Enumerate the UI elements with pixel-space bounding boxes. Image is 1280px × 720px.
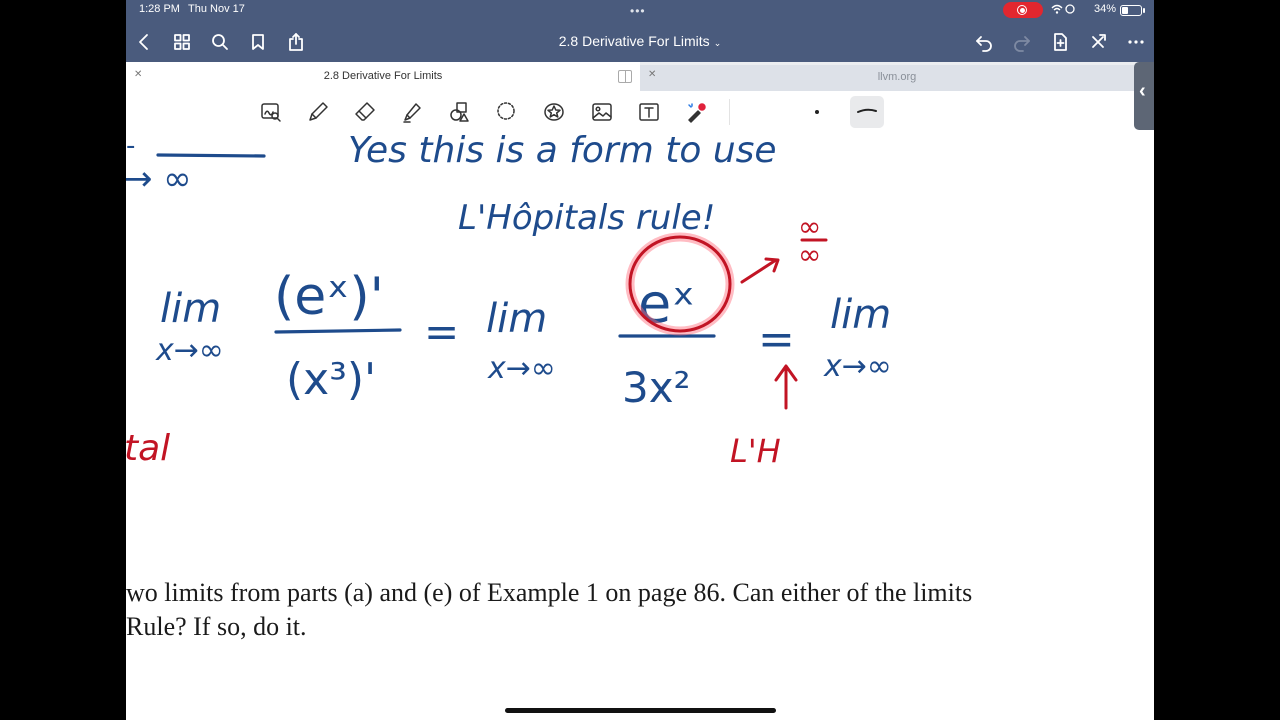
partial-red-text: tal [126, 428, 170, 469]
tab-bar: ✕ 2.8 Derivative For Limits ✕ llvm.org [126, 62, 1154, 91]
stroke-size-thin[interactable] [815, 110, 819, 114]
close-tools-icon[interactable] [1086, 30, 1110, 54]
denominator-1: (x³)' [286, 354, 376, 405]
toolbar-separator [729, 99, 730, 125]
lim-2-sub: x→∞ [487, 351, 556, 386]
text-icon[interactable] [637, 100, 661, 124]
screen-recording-indicator[interactable] [1003, 2, 1043, 18]
multitasking-dots-icon[interactable]: ••• [630, 4, 646, 18]
up-arrow-lh [774, 364, 798, 410]
lim-2: lim [486, 296, 547, 342]
lim-1-sub: x→∞ [155, 333, 224, 368]
red-inf-bottom: ∞ [798, 238, 821, 271]
add-page-icon[interactable] [1048, 30, 1072, 54]
eraser-icon[interactable] [353, 100, 377, 124]
home-indicator[interactable] [505, 708, 776, 713]
equals-2: = [758, 314, 795, 365]
battery-percent: 34% [1094, 3, 1117, 15]
tab-derivative-for-limits[interactable]: ✕ 2.8 Derivative For Limits [126, 62, 640, 91]
stroke-size-selected[interactable] [850, 96, 884, 128]
battery-icon [1120, 5, 1145, 16]
shapes-icon[interactable] [447, 100, 471, 124]
denominator-2: 3x² [622, 363, 690, 412]
pen-icon[interactable] [306, 100, 330, 124]
highlighter-icon[interactable] [400, 100, 424, 124]
drawing-toolbar [126, 91, 1154, 133]
note-line-2: L'Hôpitals rule! [458, 198, 715, 238]
lh-label: L'H [730, 432, 781, 470]
lasso-icon[interactable] [494, 100, 518, 124]
lim-3: lim [830, 292, 891, 338]
zoom-write-icon[interactable] [259, 100, 283, 124]
tab-label: 2.8 Derivative For Limits [323, 70, 443, 82]
arrow-to-indeterminate [740, 257, 780, 284]
undo-icon[interactable] [972, 30, 996, 54]
ipad-screen: 1:28 PM Thu Nov 17 ••• 34% 2.8 Derivativ… [126, 0, 1154, 720]
tab-label: llvm.org [877, 71, 917, 83]
note-canvas[interactable]: → ∞ - Yes this is a form to use L'Hôpita… [126, 132, 1154, 720]
laser-pointer-icon[interactable] [684, 100, 708, 124]
document-title-text: 2.8 Derivative For Limits [558, 33, 710, 49]
numerator-1: (eˣ)' [274, 267, 384, 327]
lim-3-sub: x→∞ [823, 349, 892, 384]
problem-text-line-1: wo limits from parts (a) and (e) of Exam… [126, 578, 973, 607]
partial-infinity: → ∞ [126, 159, 192, 199]
lim-1: lim [160, 286, 221, 332]
wifi-icon [1050, 3, 1090, 18]
top-bar: 1:28 PM Thu Nov 17 ••• 34% 2.8 Derivativ… [126, 0, 1154, 62]
fraction-bar-partial [156, 153, 266, 158]
document-title[interactable]: 2.8 Derivative For Limits ⌄ [126, 33, 1154, 49]
fraction-bar-1 [274, 328, 402, 334]
problem-text-line-2: Rule? If so, do it. [126, 612, 307, 641]
equals-1: = [424, 307, 459, 356]
status-time: 1:28 PM [139, 3, 180, 15]
note-line-1: Yes this is a form to use [348, 132, 777, 171]
more-icon[interactable] [1124, 30, 1148, 54]
status-date: Thu Nov 17 [188, 3, 245, 15]
split-view-icon[interactable] [618, 70, 632, 83]
image-icon[interactable] [590, 100, 614, 124]
chevron-left-icon: ‹ [1139, 80, 1146, 102]
slide-over-handle[interactable]: ‹ [1134, 62, 1154, 130]
tab-llvm[interactable]: ✕ llvm.org [640, 65, 1154, 91]
redo-icon[interactable] [1010, 30, 1034, 54]
chevron-down-icon: ⌄ [713, 38, 722, 48]
partial-tick: - [126, 132, 135, 161]
sticker-icon[interactable] [542, 100, 566, 124]
